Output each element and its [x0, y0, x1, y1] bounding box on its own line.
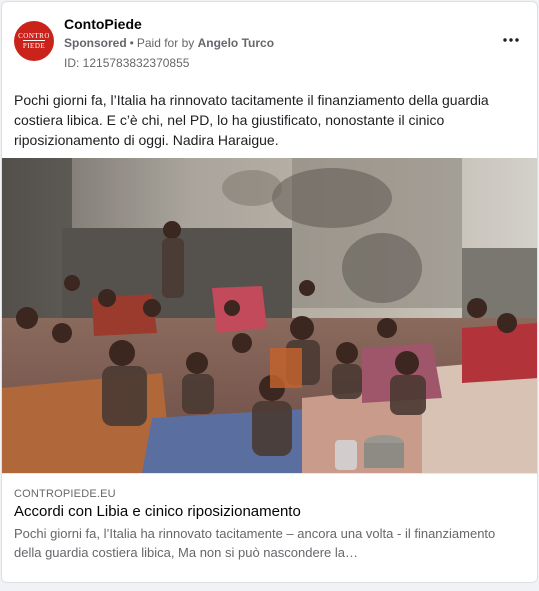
paid-for-label: Paid for by [136, 36, 195, 50]
link-preview[interactable]: CONTROPIEDE.EU Accordi con Libia e cinic… [2, 473, 537, 582]
separator-dot: • [129, 36, 134, 50]
link-domain: CONTROPIEDE.EU [14, 488, 116, 500]
payer-name: Angelo Turco [197, 36, 275, 50]
sponsored-line: Sponsored • Paid for by Angelo Turco [64, 36, 274, 50]
avatar-text-top: CONTRO [18, 32, 50, 40]
post-image[interactable] [2, 158, 537, 473]
link-description: Pochi giorni fa, l’Italia ha rinnovato t… [14, 526, 496, 560]
post-text: Pochi giorni fa, l’Italia ha rinnovato t… [14, 92, 489, 148]
avatar-text-bottom: PIEDE [22, 40, 46, 50]
post-header: CONTRO PIEDE ContoPiede Sponsored • Paid f… [2, 2, 537, 82]
ad-id: ID: 1215783832370855 [64, 56, 190, 70]
page-name[interactable]: ContoPiede [64, 16, 142, 32]
detention-room-photo [2, 158, 537, 473]
page-avatar[interactable]: CONTRO PIEDE [14, 21, 54, 61]
more-horizontal-icon [503, 38, 519, 42]
ad-post-card: CONTRO PIEDE ContoPiede Sponsored • Paid f… [1, 1, 538, 583]
sponsored-label: Sponsored [64, 36, 127, 50]
more-options-button[interactable] [499, 30, 523, 50]
link-title[interactable]: Accordi con Libia e cinico riposizioname… [14, 503, 301, 520]
